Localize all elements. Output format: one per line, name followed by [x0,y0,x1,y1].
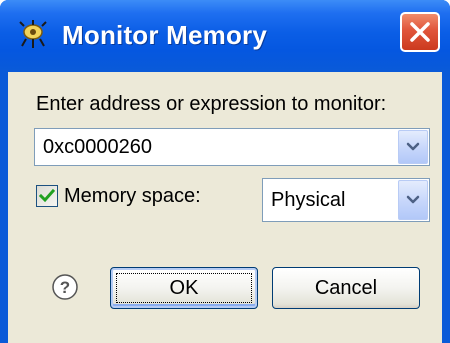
address-prompt-label: Enter address or expression to monitor: [36,93,387,115]
close-icon [402,22,438,54]
close-button[interactable] [400,12,440,52]
dialog-body: Enter address or expression to monitor: … [8,72,442,343]
title-bar[interactable]: Monitor Memory [0,0,450,72]
memory-space-dropdown-button[interactable] [398,180,428,220]
memory-space-checkbox[interactable] [36,185,58,207]
cancel-button[interactable]: Cancel [272,267,420,309]
ok-button[interactable]: OK [110,267,258,309]
address-combo[interactable]: 0xc0000260 [34,128,430,166]
dialog-title: Monitor Memory [62,20,268,50]
dialog-window: Monitor Memory Enter address or expressi… [0,0,450,343]
address-dropdown-button[interactable] [398,130,428,164]
memory-space-select[interactable]: Physical [262,178,430,222]
cancel-button-label: Cancel [314,277,378,299]
ok-button-label: OK [169,277,199,299]
eclipse-monitor-icon [16,18,50,52]
memory-space-label: Memory space: [64,185,201,207]
svg-text:?: ? [60,278,70,297]
help-question-icon[interactable]: ? [50,272,80,302]
memory-space-value: Physical [271,189,346,211]
address-input[interactable]: 0xc0000260 [43,129,152,165]
